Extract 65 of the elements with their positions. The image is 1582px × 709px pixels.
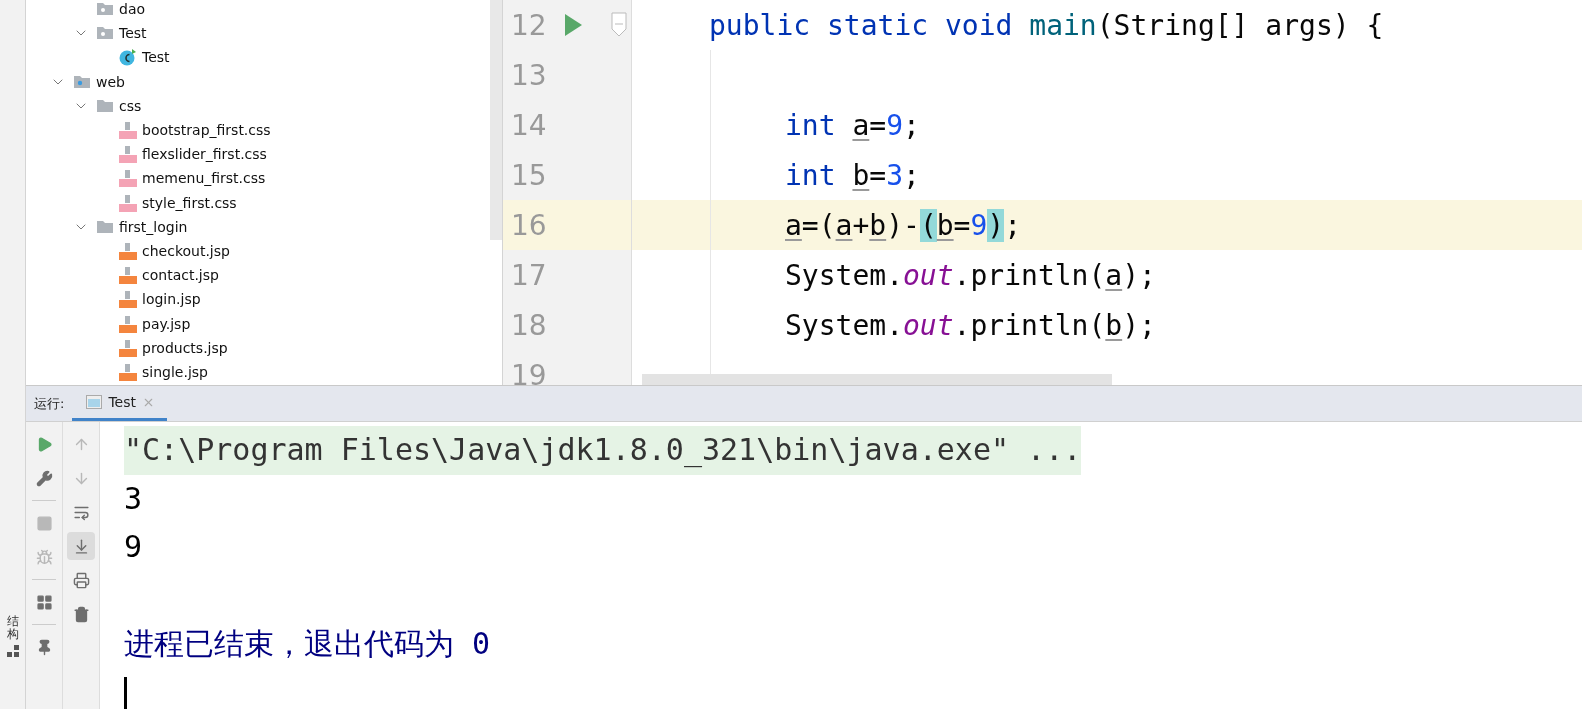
console-line: 进程已结束，退出代码为 0 (124, 625, 491, 663)
page-file-icon (119, 362, 137, 381)
tree-item[interactable]: dao (119, 1, 146, 18)
tree-item[interactable]: first_login (119, 218, 188, 235)
code-line: System.out.println(a); (785, 258, 1156, 292)
page-file-icon (119, 338, 137, 357)
line-number: 19 (510, 358, 548, 385)
console-line: 9 (124, 528, 143, 566)
tree-item[interactable]: products.jsp (142, 339, 228, 356)
line-number: 15 (510, 158, 548, 192)
page-file-icon (119, 290, 137, 309)
scrollbar[interactable] (642, 374, 1112, 385)
page-file-icon (119, 241, 137, 260)
code-line: System.out.println(b); (785, 308, 1156, 342)
tree-item[interactable]: checkout.jsp (142, 242, 230, 259)
console-line: 3 (124, 479, 143, 518)
class-icon (119, 48, 137, 67)
tree-item[interactable]: single.jsp (142, 363, 208, 380)
tree-item[interactable]: memenu_first.css (142, 170, 266, 187)
stylesheet-file-icon (119, 145, 137, 164)
wrench-icon (35, 469, 53, 487)
folder-icon (96, 218, 114, 235)
line-number: 13 (510, 58, 548, 92)
line-number: 16 (510, 208, 548, 242)
tree-item[interactable]: style_first.css (142, 194, 237, 211)
page-file-icon (119, 266, 137, 285)
run-icon[interactable] (563, 13, 583, 37)
line-number: 14 (510, 108, 548, 142)
tree-item[interactable]: contact.jsp (142, 267, 219, 284)
bug-icon (35, 548, 53, 566)
stylesheet-file-icon (119, 193, 137, 212)
tree-item[interactable]: css (119, 97, 142, 114)
folder-icon (96, 25, 114, 42)
text-cursor (124, 676, 127, 709)
tree-item[interactable]: flexslider_first.css (142, 146, 267, 163)
tree-item[interactable]: Test (142, 49, 170, 66)
tree-item[interactable]: bootstrap_first.css (142, 122, 271, 139)
run-label: 运行: (33, 394, 66, 413)
code-line: int a=9; (785, 108, 920, 142)
tree-item[interactable]: Test (119, 25, 147, 42)
page-file-icon (119, 314, 137, 333)
line-number: 12 (510, 8, 548, 42)
window-icon (86, 395, 103, 409)
trash-icon (72, 605, 90, 623)
stop-icon (35, 514, 53, 532)
scrollbar[interactable] (490, 0, 502, 240)
folder-icon (96, 97, 114, 114)
line-number: 18 (510, 308, 548, 342)
tree-item[interactable]: login.jsp (142, 291, 201, 308)
folder-icon (96, 1, 114, 18)
stylesheet-file-icon (119, 169, 137, 188)
line-number: 17 (510, 258, 548, 292)
code-line: int b=3; (785, 158, 920, 192)
scroll-end-button[interactable] (67, 532, 95, 560)
tree-item[interactable]: web (96, 73, 125, 90)
folder-icon (73, 73, 91, 90)
structure-tab[interactable]: 结构 (6, 614, 19, 657)
code-line: a=(a+b)-(b=9); (785, 208, 1022, 242)
tree-item[interactable]: pay.jsp (142, 315, 191, 332)
stylesheet-file-icon (119, 121, 137, 140)
fold-icon[interactable] (611, 12, 627, 38)
print-icon (72, 571, 90, 589)
structure-icon (6, 645, 19, 657)
layout-icon (35, 593, 53, 611)
code-line: public static void main(String[] args) { (709, 8, 1384, 42)
